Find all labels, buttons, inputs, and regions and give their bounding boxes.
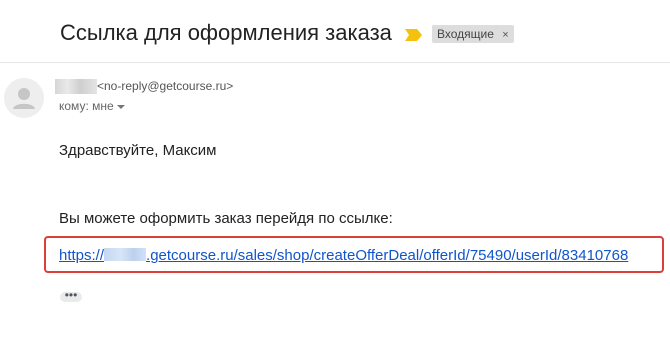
order-link-prefix: https:// [59,247,105,264]
label-remove-icon[interactable]: × [502,29,508,41]
email-view: Ссылка для оформления заказа Входящие × … [0,0,670,351]
recipient-text: кому: мне [59,99,114,113]
label-chip-inbox[interactable]: Входящие × [432,25,514,43]
sender-name-redacted [55,79,97,94]
email-header: Ссылка для оформления заказа Входящие × [0,0,670,63]
label-chip-text: Входящие [437,27,494,41]
order-link[interactable]: https:// .getcourse.ru/sales/shop/createO… [59,247,628,264]
recipient-details[interactable]: кому: мне [59,99,125,113]
show-trimmed-content-button[interactable]: ••• [60,289,82,302]
caret-down-icon[interactable] [116,104,125,109]
email-greeting: Здравствуйте, Максим [59,142,217,159]
link-subdomain-redacted [104,248,147,261]
email-instruction: Вы можете оформить заказ перейдя по ссыл… [59,210,393,227]
order-link-suffix: .getcourse.ru/sales/shop/createOfferDeal… [146,247,629,264]
sender-email[interactable]: <no-reply@getcourse.ru> [97,79,233,94]
sender-info: <no-reply@getcourse.ru> [55,79,233,95]
email-subject: Ссылка для оформления заказа [60,20,392,45]
important-marker-icon[interactable] [405,28,423,46]
sender-avatar[interactable] [4,78,44,118]
person-icon [13,88,35,109]
